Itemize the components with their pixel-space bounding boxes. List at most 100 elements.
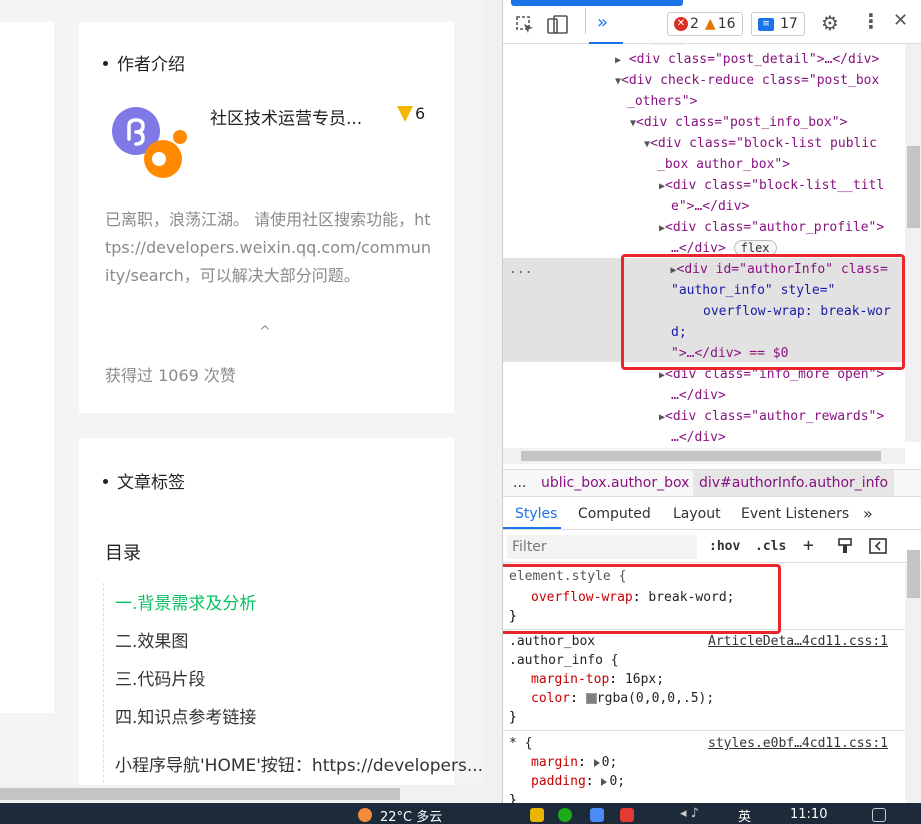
dom-node-line[interactable]: …</div> [503, 427, 905, 448]
dom-vertical-scroll-thumb[interactable] [907, 146, 920, 228]
styles-filter-row: :hov .cls + [503, 531, 921, 563]
dom-node-line[interactable]: ▶<div class="author_rewards"> [503, 406, 905, 427]
dom-node-line[interactable]: ▶ <div class="post_detail">…</div> [503, 49, 905, 70]
error-icon: ✕ [674, 17, 688, 31]
likes-count: 获得过 1069 次赞 [105, 366, 236, 385]
class-toggle[interactable]: .cls [755, 539, 786, 554]
style-declaration[interactable]: margin: 0; [531, 753, 617, 772]
tab-event-listeners[interactable]: Event Listeners [741, 506, 849, 522]
rule-close-brace: } [509, 710, 517, 725]
author-level: 6 [397, 104, 425, 123]
level-badge-icon [397, 105, 413, 122]
weather-icon[interactable] [358, 808, 372, 822]
tab-computed[interactable]: Computed [578, 506, 651, 522]
styles-pane-tabs: Styles Computed Layout Event Listeners » [503, 500, 921, 530]
expand-triangle-icon[interactable] [601, 777, 608, 786]
dom-node-line[interactable]: ▼<div class="block-list public [503, 133, 905, 154]
style-declaration[interactable]: padding: 0; [531, 772, 625, 791]
close-icon[interactable]: ✕ [893, 10, 908, 31]
rule-selector: .author_info { [509, 653, 619, 668]
volume-icon[interactable]: ◂ ♪ [680, 806, 699, 821]
tray-app-icon[interactable] [530, 808, 544, 822]
devtools-accent-bar [511, 0, 683, 6]
rule-selector: .author_box [509, 634, 596, 649]
wechat-icon[interactable] [558, 808, 572, 822]
windows-taskbar: 22°C 多云 ◂ ♪ 英 11:10 [0, 803, 921, 824]
dom-node-line[interactable]: ▼<div check-reduce class="post_box [503, 70, 905, 91]
rule-selector: * { [509, 736, 533, 751]
more-tabs-icon[interactable]: » [863, 504, 873, 523]
toc-item[interactable]: 二.效果图 [115, 627, 188, 652]
breadcrumb-item[interactable]: ublic_box.author_box [539, 470, 691, 496]
breadcrumb-more[interactable]: ... [513, 470, 526, 496]
devtools-panel: » ✕ 2 ▲ 16 ≡ 17 ⚙ ⋮ ✕ ──── ▶ <div class="po… [502, 0, 921, 803]
dom-horizontal-scroll-thumb[interactable] [521, 451, 881, 461]
tray-app-icon[interactable] [620, 808, 634, 822]
toc-item[interactable]: 四.知识点参考链接 [115, 703, 256, 728]
toc-divider [103, 583, 104, 803]
clock-time[interactable]: 11:10 [790, 807, 827, 822]
messages-counter[interactable]: ≡ 17 [751, 12, 805, 36]
dom-node-line[interactable]: _others"> [503, 91, 905, 112]
author-card: 作者介绍 社区技术运营专员... 6 已离职，浪荡江湖。 请使用社区搜索功能，h… [79, 22, 454, 413]
rule-close-brace: } [509, 793, 517, 803]
toc-item[interactable]: 小程序导航'HOME'按钮：https://developers... [115, 751, 483, 776]
device-toolbar-icon[interactable] [547, 15, 569, 35]
chevron-up-icon[interactable]: ^ [259, 324, 271, 340]
tab-styles[interactable]: Styles [515, 506, 557, 522]
dom-node-line[interactable]: _box author_box"> [503, 154, 905, 175]
dom-breadcrumbs: ... ublic_box.author_box div#authorInfo.… [503, 469, 921, 497]
toc-card: 目录 一.背景需求及分析 二.效果图 三.代码片段 四.知识点参考链接 小程序导… [79, 513, 483, 803]
author-name[interactable]: 社区技术运营专员... [210, 104, 362, 129]
styles-vertical-scrollbar[interactable] [905, 564, 921, 803]
dom-node-line[interactable]: ▶<div class="block-list__titl [503, 175, 905, 196]
author-card-title: 作者介绍 [103, 50, 185, 75]
page-vertical-scrollbar[interactable] [485, 0, 502, 803]
toggle-sidebar-icon[interactable] [869, 538, 887, 554]
active-tab-underline [503, 527, 561, 529]
annotation-box-dom [621, 254, 905, 370]
hover-state-toggle[interactable]: :hov [709, 539, 740, 554]
article-page: 作者介绍 社区技术运营专员... 6 已离职，浪荡江湖。 请使用社区搜索功能，h… [0, 0, 485, 803]
toc-item[interactable]: 三.代码片段 [115, 665, 205, 690]
page-horizontal-scroll-thumb[interactable] [0, 788, 400, 800]
settings-gear-icon[interactable]: ⚙ [821, 11, 839, 35]
tray-app-icon[interactable] [590, 808, 604, 822]
rule-source-link[interactable]: styles.e0bf…4cd11.css:1 [708, 734, 888, 753]
weather-text[interactable]: 22°C 多云 [380, 806, 442, 824]
toc-item[interactable]: 一.背景需求及分析 [115, 589, 256, 614]
tags-card: 文章标签 [79, 438, 454, 513]
notification-icon[interactable] [872, 808, 886, 822]
inspect-element-icon[interactable] [515, 15, 535, 35]
new-rule-plus-icon[interactable]: + [803, 535, 814, 556]
toolbar-divider [585, 8, 586, 34]
dom-node-line[interactable]: ▼<div class="post_info_box"> [503, 112, 905, 133]
styles-filter-input[interactable] [507, 535, 697, 559]
paint-brush-icon[interactable] [837, 538, 853, 554]
expand-triangle-icon[interactable] [593, 758, 600, 767]
dom-node-line[interactable]: e">…</div> [503, 196, 905, 217]
tags-card-title: 文章标签 [103, 468, 185, 493]
style-declaration[interactable]: margin-top: 16px; [531, 670, 664, 689]
styles-vertical-scroll-thumb[interactable] [907, 550, 920, 598]
tab-layout[interactable]: Layout [673, 506, 721, 522]
annotation-box-styles [503, 564, 781, 634]
dom-vertical-scrollbar[interactable] [905, 44, 921, 442]
breadcrumb-item-selected[interactable]: div#authorInfo.author_info [693, 470, 895, 496]
color-swatch[interactable] [585, 693, 597, 704]
rule-source-link[interactable]: ArticleDeta…4cd11.css:1 [708, 632, 888, 651]
message-icon: ≡ [758, 17, 774, 31]
more-tabs-icon[interactable]: » [597, 12, 608, 33]
dom-node-line[interactable]: …</div> [503, 385, 905, 406]
devtools-toolbar: » ✕ 2 ▲ 16 ≡ 17 ⚙ ⋮ ✕ [503, 0, 921, 44]
style-declaration[interactable]: color: rgba(0,0,0,.5); [531, 689, 714, 708]
author-avatar[interactable] [109, 104, 189, 179]
issues-counter[interactable]: ✕ 2 ▲ 16 [667, 12, 743, 36]
styles-rules-list: element.style { overflow-wrap: break-wor… [503, 564, 905, 803]
rule-separator [503, 730, 905, 731]
toc-title: 目录 [105, 543, 141, 564]
kebab-menu-icon[interactable]: ⋮ [861, 9, 881, 33]
elements-dom-tree: ──── ▶ <div class="post_detail">…</div> … [503, 44, 905, 448]
dom-node-line[interactable]: ▶<div class="author_profile"> [503, 217, 905, 238]
input-method-indicator[interactable]: 英 [738, 806, 751, 824]
